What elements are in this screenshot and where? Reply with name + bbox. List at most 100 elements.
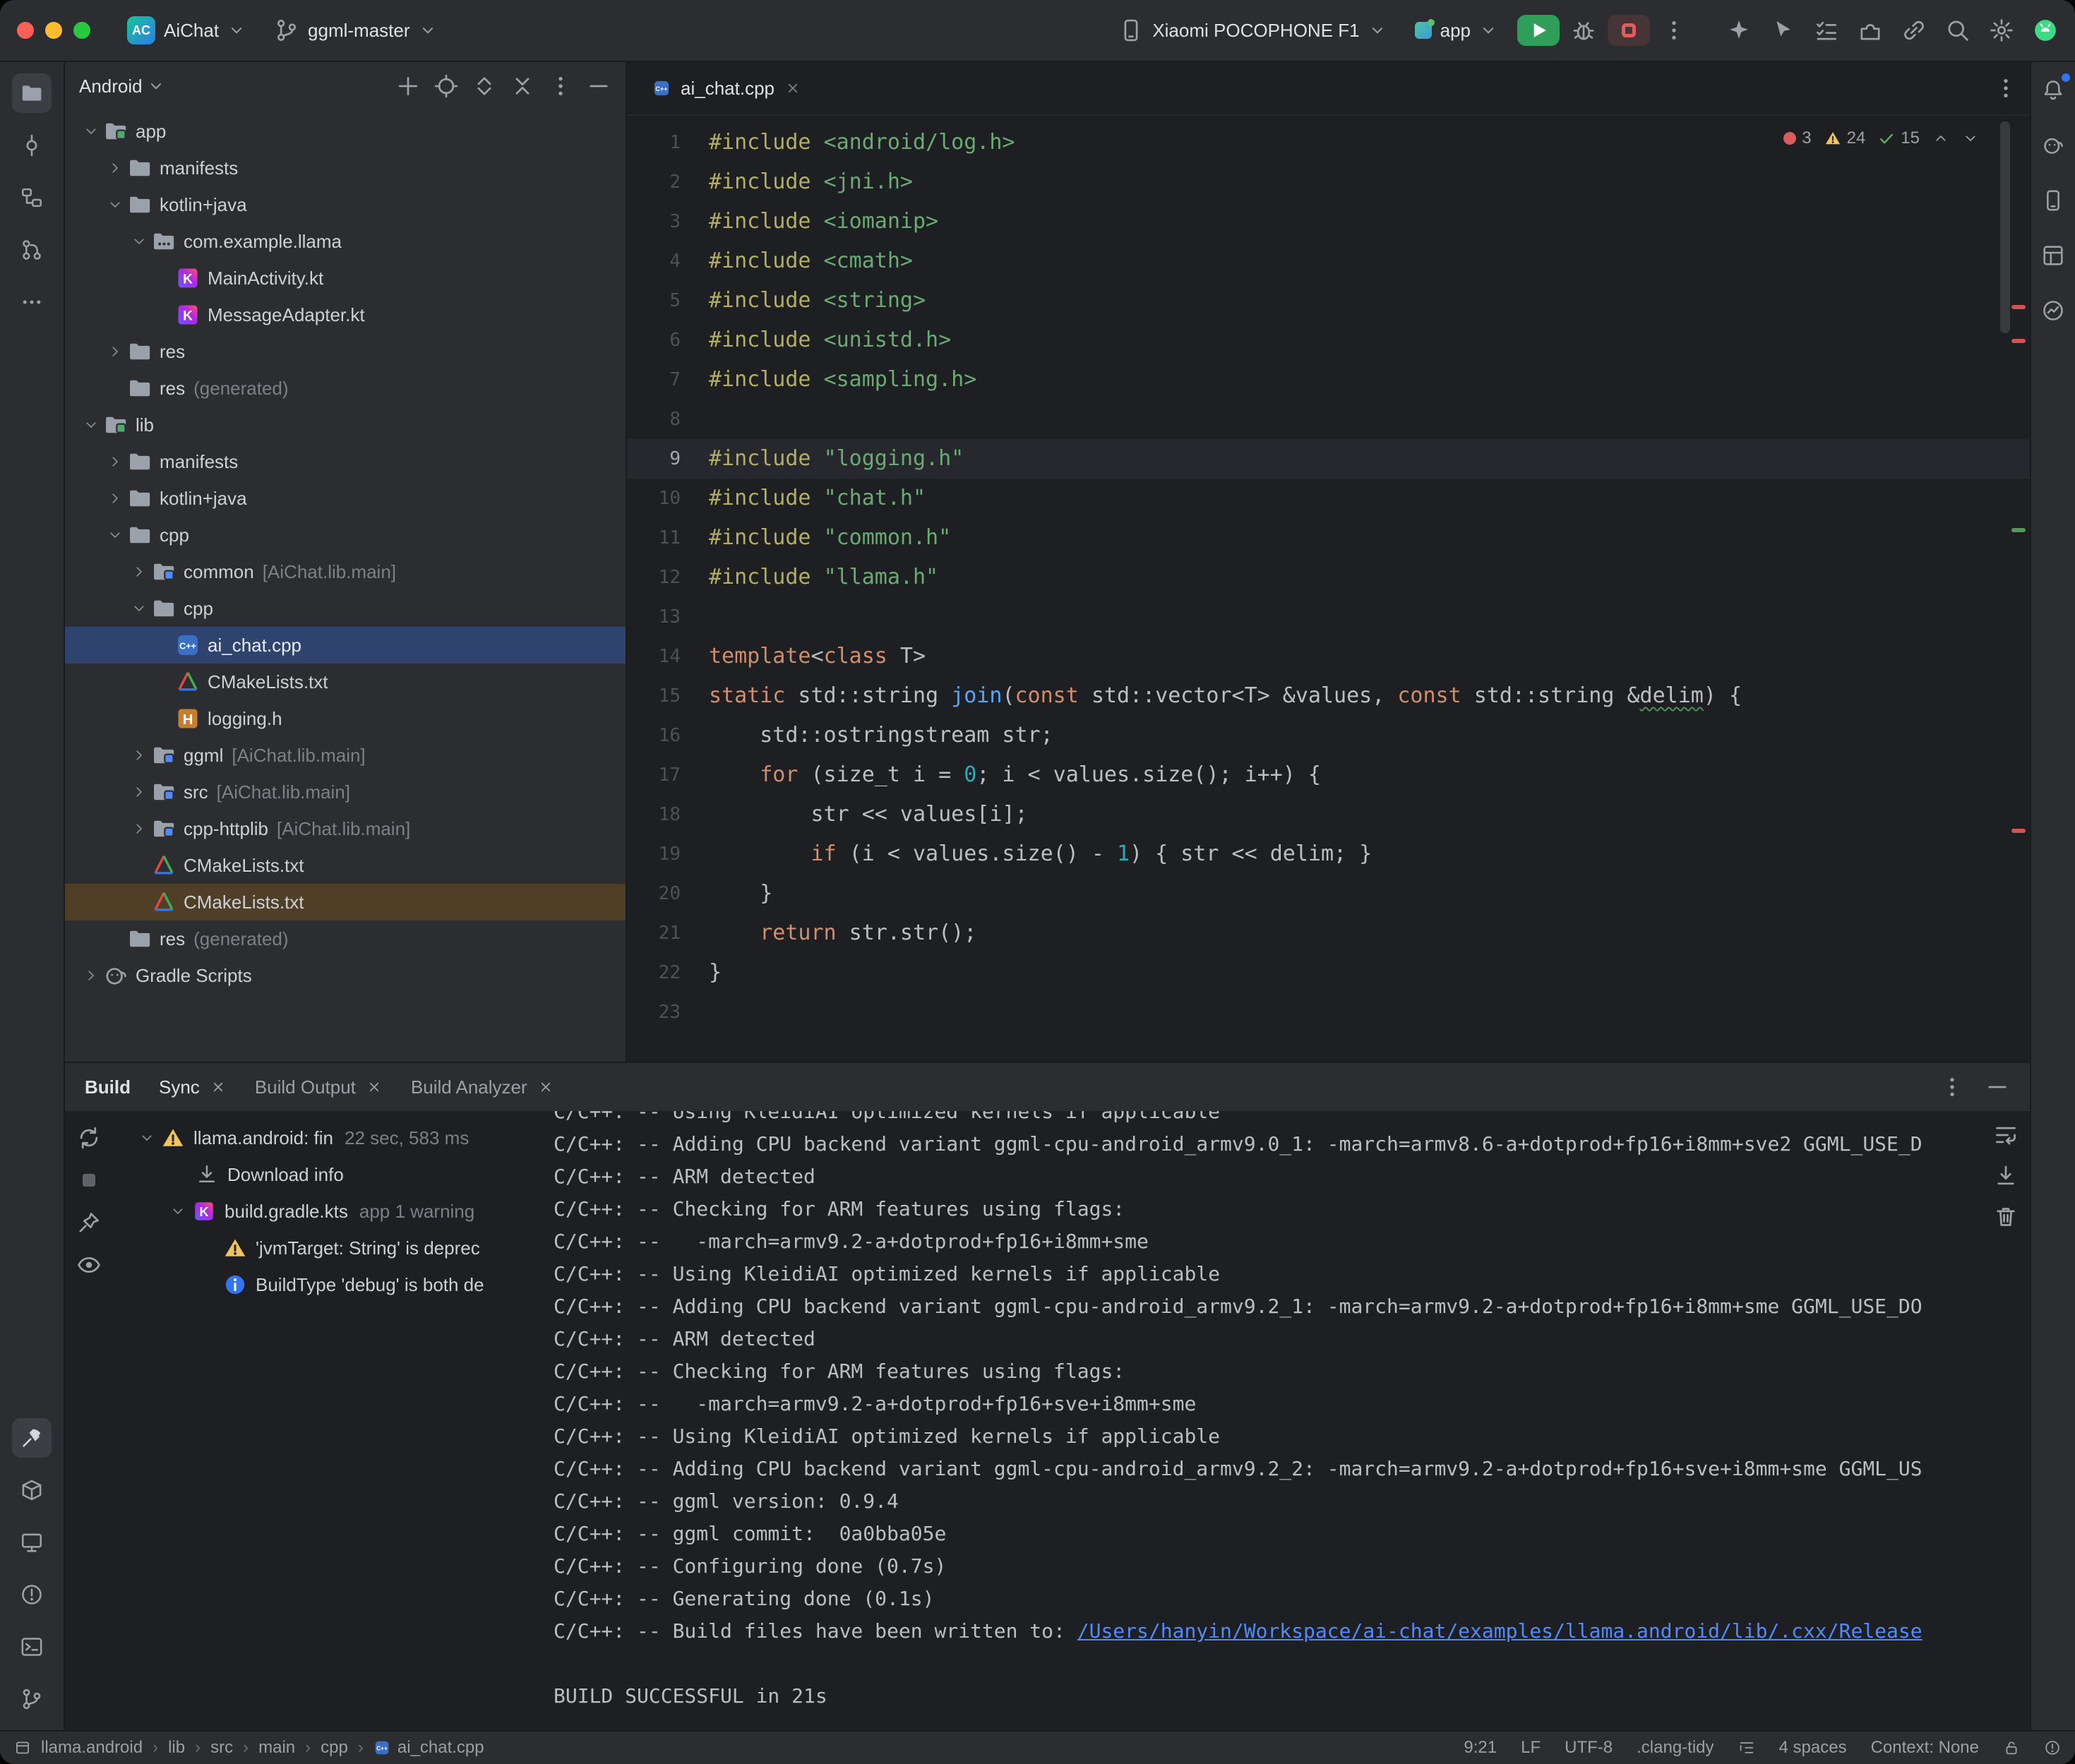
locate-file-icon[interactable] [433,73,459,99]
code-line-9[interactable]: 9#include "logging.h" [627,439,2030,479]
build-tab-sync[interactable]: Sync [159,1076,227,1098]
passed-count[interactable]: 15 [1878,128,1920,148]
running-devices-tool-icon[interactable] [12,1523,52,1562]
tree-item-kotlin-java[interactable]: kotlin+java [65,186,626,223]
scroll-to-end-icon[interactable] [1993,1163,2019,1189]
packages-tool-icon[interactable] [12,1470,52,1510]
more-tools-icon[interactable] [12,282,52,322]
build-options-icon[interactable] [1939,1074,1965,1100]
search-everywhere-icon[interactable] [1945,18,1971,43]
tree-item-res[interactable]: res(generated) [65,370,626,407]
project-view-selector[interactable]: Android [79,76,143,97]
code-line-16[interactable]: 16 std::ostringstream str; [627,716,2030,755]
run-button[interactable] [1517,15,1560,46]
close-tab-icon[interactable] [784,80,801,97]
notifications-icon[interactable] [2036,73,2070,107]
version-control-tool-icon[interactable] [12,1679,52,1719]
breadcrumb-ai-chat-cpp[interactable]: C++ai_chat.cpp [373,1738,484,1758]
tree-item-manifests[interactable]: manifests [65,150,626,186]
code-line-6[interactable]: 6#include <unistd.h> [627,320,2030,360]
close-window-button[interactable] [17,22,34,39]
caret-position[interactable]: 9:21 [1464,1738,1497,1758]
tree-item-ai-chat-cpp[interactable]: C++ai_chat.cpp [65,627,626,664]
tree-item-cmakelists-txt[interactable]: CMakeLists.txt [65,847,626,884]
code-line-12[interactable]: 12#include "llama.h" [627,558,2030,597]
rerun-build-icon[interactable] [76,1125,102,1151]
add-icon[interactable] [395,73,421,99]
gradle-tool-icon[interactable] [2036,128,2070,162]
code-line-7[interactable]: 7#include <sampling.h> [627,360,2030,400]
plugins-icon[interactable] [1858,18,1883,43]
problems-tool-icon[interactable] [12,1575,52,1614]
breadcrumb-lib[interactable]: lib [168,1738,185,1758]
zoom-window-button[interactable] [73,22,90,39]
line-separator[interactable]: LF [1521,1738,1541,1758]
editor-scrollbar[interactable] [2000,121,2010,333]
console-link[interactable]: /Users/hanyin/Workspace/ai-chat/examples… [1077,1619,1922,1643]
tree-item-ggml[interactable]: ggml[AiChat.lib.main] [65,737,626,774]
panel-options-icon[interactable] [548,73,573,99]
task-list-icon[interactable] [1814,18,1839,43]
warning-count[interactable]: 24 [1824,128,1866,148]
commit-tool-icon[interactable] [12,126,52,165]
structure-tool-icon[interactable] [12,178,52,217]
next-issue-icon[interactable] [1962,130,1979,147]
device-selector[interactable]: Xiaomi POCOPHONE F1 [1110,12,1394,49]
status-alert-icon[interactable] [2044,1739,2061,1756]
tree-item-res[interactable]: res(generated) [65,920,626,957]
tree-item-res[interactable]: res [65,333,626,370]
ai-assistant-icon[interactable] [1726,18,1752,43]
build-console[interactable]: C/C++: -- Using KleidiAI optimized kerne… [537,1111,2030,1730]
tree-item-cmakelists-txt[interactable]: CMakeLists.txt [65,884,626,920]
editor-tab[interactable]: C++ ai_chat.cpp [638,62,815,114]
build-tree[interactable]: llama.android: fin22 sec, 583 msDownload… [113,1111,537,1730]
build-tree-item-jvmtarget-string-is-deprec[interactable]: 'jvmTarget: String' is deprec [113,1230,537,1266]
tree-item-kotlin-java[interactable]: kotlin+java [65,480,626,517]
tree-item-cpp[interactable]: cpp [65,517,626,553]
code-style-icon[interactable] [1738,1739,1755,1756]
breadcrumb-cpp[interactable]: cpp [321,1738,348,1758]
breadcrumb-llama-android[interactable]: llama.android [41,1738,143,1758]
tree-item-cmakelists-txt[interactable]: CMakeLists.txt [65,664,626,700]
tree-item-gradle-scripts[interactable]: Gradle Scripts [65,957,626,994]
code-line-5[interactable]: 5#include <string> [627,281,2030,320]
code-line-15[interactable]: 15static std::string join(const std::vec… [627,676,2030,716]
tree-item-lib[interactable]: lib [65,407,626,443]
file-encoding[interactable]: UTF-8 [1565,1738,1613,1758]
inspections-widget[interactable]: 3 24 15 [1772,124,1990,152]
run-config-selector[interactable]: app [1406,14,1506,47]
collapse-all-icon[interactable] [510,73,535,99]
previous-issue-icon[interactable] [1932,130,1949,147]
breadcrumb-src[interactable]: src [210,1738,233,1758]
device-manager-icon[interactable] [2036,184,2070,217]
run-options-menu-icon[interactable] [1661,18,1687,43]
soft-wrap-icon[interactable] [1993,1122,2019,1148]
link-icon[interactable] [1901,18,1927,43]
layout-inspector-icon[interactable] [2036,239,2070,272]
error-count[interactable]: 3 [1783,128,1811,148]
breadcrumb-main[interactable]: main [258,1738,295,1758]
expand-all-icon[interactable] [472,73,497,99]
error-mark[interactable] [2011,829,2026,833]
tree-item-manifests[interactable]: manifests [65,443,626,480]
lock-icon[interactable] [2003,1739,2020,1756]
build-tree-item-build-gradle-kts[interactable]: Kbuild.gradle.ktsapp 1 warning [113,1193,537,1230]
filter-output-icon[interactable] [76,1252,102,1278]
build-tab-build-analyzer[interactable]: Build Analyzer [411,1076,554,1098]
debug-button[interactable] [1571,18,1596,43]
pull-requests-tool-icon[interactable] [12,230,52,270]
code-line-18[interactable]: 18 str << values[i]; [627,795,2030,834]
code-editor[interactable]: 1#include <android/log.h>2#include <jni.… [627,116,2030,1062]
tree-item-src[interactable]: src[AiChat.lib.main] [65,774,626,810]
ok-mark[interactable] [2011,528,2026,532]
minimize-window-button[interactable] [45,22,62,39]
settings-icon[interactable] [1989,18,2014,43]
build-tree-item-llama-android-fin[interactable]: llama.android: fin22 sec, 583 ms [113,1120,537,1156]
build-tree-item-download-info[interactable]: Download info [113,1156,537,1193]
close-tab-icon[interactable] [366,1079,383,1096]
close-tab-icon[interactable] [210,1079,227,1096]
analyzer-status[interactable]: .clang-tidy [1637,1738,1714,1758]
tree-item-messageadapter-kt[interactable]: KMessageAdapter.kt [65,296,626,333]
tree-item-com-example-llama[interactable]: com.example.llama [65,223,626,260]
pin-icon[interactable] [76,1210,102,1235]
